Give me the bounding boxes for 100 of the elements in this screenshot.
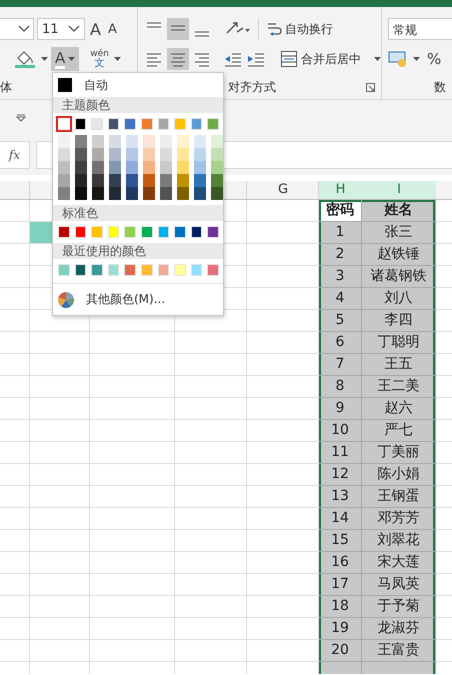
color-swatch[interactable] (194, 187, 206, 200)
color-swatch[interactable] (194, 135, 206, 148)
color-swatch[interactable] (75, 135, 87, 148)
color-swatch[interactable] (58, 187, 70, 200)
percent-button[interactable]: % (423, 50, 446, 68)
color-swatch[interactable] (75, 161, 87, 174)
align-middle-icon[interactable] (167, 18, 189, 40)
table-cell: 7 (319, 354, 362, 376)
color-swatch[interactable] (143, 161, 155, 174)
color-swatch[interactable] (160, 174, 172, 188)
color-swatch[interactable] (160, 135, 172, 148)
grow-font-button[interactable]: A (88, 20, 103, 38)
table-cell: 龙淑芬 (362, 618, 436, 640)
color-swatch[interactable] (126, 174, 138, 188)
color-swatch[interactable] (92, 148, 104, 162)
align-center-icon[interactable] (167, 48, 189, 70)
color-swatch[interactable] (143, 174, 155, 188)
column-header[interactable]: H (319, 181, 362, 199)
table-cell: 8 (319, 376, 362, 398)
paint-bucket-icon[interactable] (14, 49, 38, 69)
table-cell: 邓芳芳 (362, 508, 436, 530)
font-size-field[interactable]: 11 (37, 18, 85, 40)
color-swatch[interactable] (194, 174, 206, 188)
merge-cells-icon[interactable] (280, 50, 298, 68)
color-swatch[interactable] (143, 148, 155, 162)
color-swatch[interactable] (126, 161, 138, 174)
color-swatch[interactable] (56, 116, 72, 132)
color-swatch[interactable] (177, 187, 189, 200)
color-swatch[interactable] (211, 148, 223, 162)
color-swatch[interactable] (177, 148, 189, 162)
font-color-button[interactable]: A (51, 47, 80, 71)
color-swatch[interactable] (75, 148, 87, 162)
section-label: 主题颜色 (62, 98, 110, 112)
color-swatch[interactable] (92, 135, 104, 148)
color-swatch[interactable] (160, 148, 172, 162)
color-swatch[interactable] (211, 161, 223, 174)
color-swatch[interactable] (211, 174, 223, 188)
color-swatch[interactable] (109, 174, 121, 188)
caret-icon[interactable] (41, 57, 48, 61)
caret-icon[interactable] (374, 57, 381, 61)
color-swatch[interactable] (177, 174, 189, 188)
color-swatch[interactable] (75, 187, 87, 200)
caret-icon[interactable] (114, 57, 121, 61)
color-swatch[interactable] (109, 135, 121, 148)
table-cell: 19 (319, 618, 362, 640)
font-size-value: 11 (42, 22, 59, 36)
table-cell: 5 (319, 310, 362, 332)
column-header[interactable]: I (362, 181, 436, 199)
color-swatch[interactable] (58, 135, 70, 148)
table-cell: 11 (319, 442, 362, 464)
color-swatch[interactable] (211, 187, 223, 200)
shrink-font-button[interactable]: A (106, 22, 119, 36)
color-swatch[interactable] (75, 174, 87, 188)
color-swatch[interactable] (92, 174, 104, 188)
caret-icon[interactable] (413, 57, 420, 61)
table-cell: 密码 (319, 200, 362, 222)
table-cell: 刘翠花 (362, 530, 436, 552)
color-swatch[interactable] (194, 148, 206, 162)
color-swatch[interactable] (177, 135, 189, 148)
customize-toolbar-icon[interactable] (16, 114, 26, 122)
section-label: 标准色 (62, 206, 98, 220)
table-cell: 宋大莲 (362, 552, 436, 574)
dialog-launcher-icon[interactable] (366, 83, 375, 92)
color-swatch[interactable] (92, 161, 104, 174)
merge-center-button[interactable]: 合并后居中 (301, 50, 361, 68)
color-swatch[interactable] (109, 148, 121, 162)
table-cell: 1 (319, 222, 362, 244)
more-colors-item[interactable]: 其他颜色(M)... (86, 291, 166, 308)
number-format-field[interactable]: 常规 (388, 18, 452, 40)
wrap-text-button[interactable]: 自动换行 (285, 20, 333, 38)
color-swatch[interactable] (143, 135, 155, 148)
color-swatch[interactable] (211, 135, 223, 148)
color-swatch[interactable] (92, 187, 104, 200)
color-swatch[interactable] (58, 148, 70, 162)
color-swatch[interactable] (109, 161, 121, 174)
color-swatch[interactable] (160, 161, 172, 174)
color-swatch[interactable] (126, 135, 138, 148)
phonetic-button[interactable]: wén 文 (82, 49, 111, 69)
table-cell: 严七 (362, 420, 436, 442)
table-cell: 9 (319, 398, 362, 420)
chevron-icon (18, 25, 30, 33)
color-swatch[interactable] (177, 161, 189, 174)
color-swatch[interactable] (126, 148, 138, 162)
font-name-field[interactable] (0, 18, 34, 40)
function-button[interactable]: fx (8, 148, 20, 162)
color-swatch[interactable] (160, 187, 172, 200)
automatic-color-item[interactable]: 自动 (53, 73, 223, 98)
color-swatch[interactable] (58, 161, 70, 174)
caret-icon (68, 57, 76, 61)
color-swatch[interactable] (126, 187, 138, 200)
group-label: 对齐方式 (228, 79, 276, 96)
color-swatch[interactable] (58, 174, 70, 188)
color-swatch[interactable] (109, 187, 121, 200)
table-cell: 刘八 (362, 288, 436, 310)
table-cell: 20 (319, 640, 362, 662)
column-header[interactable]: G (247, 181, 319, 199)
color-swatch[interactable] (143, 187, 155, 200)
table-cell: 于予菊 (362, 596, 436, 618)
chevron-icon (68, 25, 80, 33)
color-swatch[interactable] (194, 161, 206, 174)
